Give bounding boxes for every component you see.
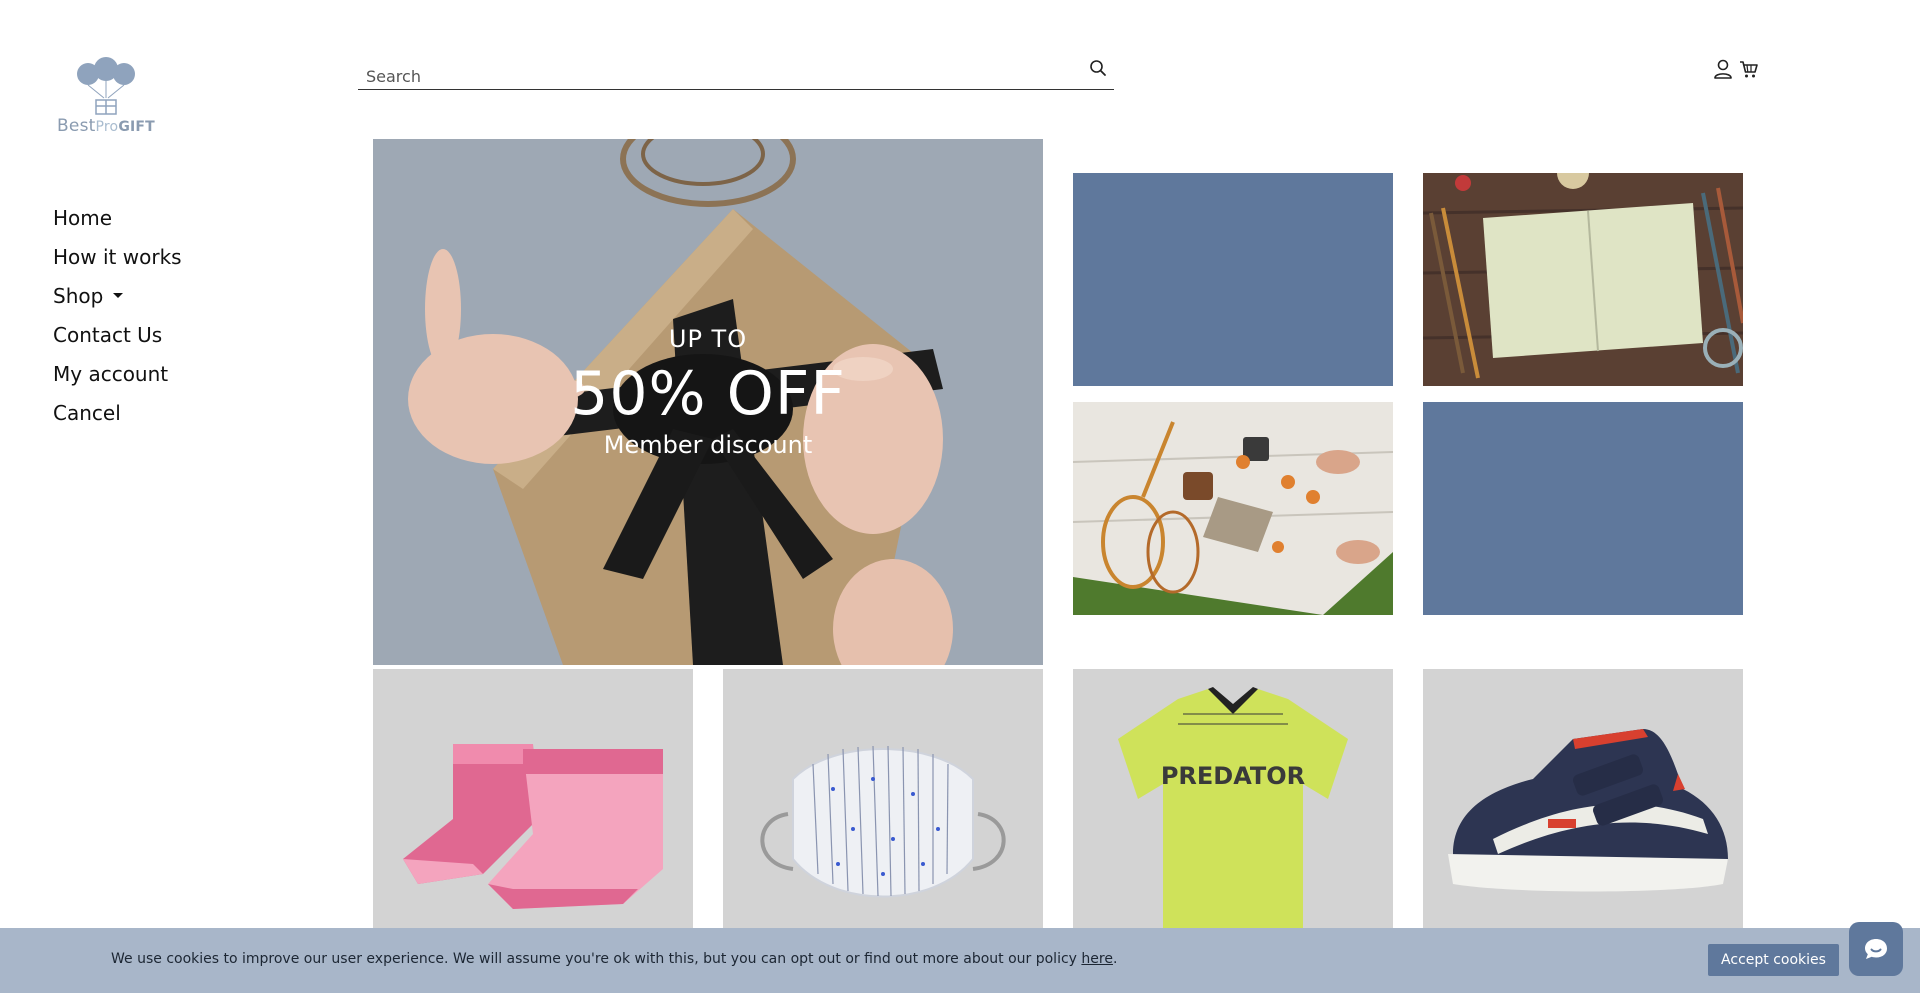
socks-image (373, 669, 693, 929)
product-tile-sneaker[interactable] (1423, 669, 1743, 929)
category-tile-blank-1[interactable] (1073, 173, 1393, 386)
notebook-image (1423, 173, 1743, 386)
nav-item-cancel[interactable]: Cancel (53, 393, 182, 432)
search-icon[interactable] (1088, 58, 1108, 78)
nav-item-label: Contact Us (53, 322, 163, 347)
product-tile-jersey[interactable]: PREDATOR (1073, 669, 1393, 929)
cookie-message-text: We use cookies to improve our user exper… (111, 951, 1082, 967)
nav-item-label: Shop (53, 283, 104, 308)
chat-launcher-button[interactable] (1849, 922, 1903, 976)
product-tile-mask[interactable] (723, 669, 1043, 929)
hero-banner[interactable]: UP TO 50% OFF Member discount (373, 139, 1043, 665)
accept-cookies-button[interactable]: Accept cookies (1708, 944, 1839, 976)
search-input[interactable] (366, 64, 1056, 88)
balloons-logo-icon (77, 57, 135, 115)
face-mask-image (723, 669, 1043, 929)
cookie-policy-link[interactable]: here (1081, 951, 1113, 967)
nav-item-label: My account (53, 361, 169, 386)
brand-gift: GIFT (118, 119, 155, 135)
nav-item-label: How it works (53, 244, 182, 269)
nav-item-how-it-works[interactable]: How it works (53, 237, 182, 276)
cookie-message: We use cookies to improve our user exper… (111, 951, 1117, 967)
nav-item-my-account[interactable]: My account (53, 354, 182, 393)
nav-item-contact-us[interactable]: Contact Us (53, 315, 182, 354)
hero-subtitle: Member discount (603, 431, 813, 459)
brand-wordmark: BestProGIFT (56, 116, 156, 136)
jersey-print: PREDATOR (1161, 762, 1305, 790)
nav-item-home[interactable]: Home (53, 198, 182, 237)
cookie-message-suffix: . (1112, 951, 1118, 967)
caret-down-icon (113, 293, 124, 298)
brand-best: Best (57, 116, 96, 136)
category-tile-notebook[interactable] (1423, 173, 1743, 386)
nav-item-shop[interactable]: Shop (53, 276, 182, 315)
cart-icon[interactable] (1738, 58, 1760, 80)
product-tile-socks[interactable] (373, 669, 693, 929)
nav-item-label: Home (53, 205, 113, 230)
user-icon[interactable] (1712, 58, 1734, 80)
cookie-banner: We use cookies to improve our user exper… (0, 928, 1920, 993)
category-tile-picnic[interactable] (1073, 402, 1393, 615)
brand-logo[interactable]: BestProGIFT (56, 56, 156, 140)
category-tile-blank-2[interactable] (1423, 402, 1743, 615)
sidebar-nav: Home How it works Shop Contact Us My acc… (53, 198, 182, 432)
search-bar (358, 52, 1114, 90)
nav-item-label: Cancel (53, 400, 121, 425)
hero-headline: 50% OFF (570, 359, 846, 429)
chat-bubble-icon (1865, 939, 1887, 959)
picnic-image (1073, 402, 1393, 615)
brand-pro: Pro (95, 119, 119, 135)
sneaker-image (1423, 669, 1743, 929)
jersey-image: PREDATOR (1073, 669, 1393, 929)
hero-text: UP TO 50% OFF Member discount (373, 325, 1043, 459)
hero-eyebrow: UP TO (668, 325, 748, 353)
